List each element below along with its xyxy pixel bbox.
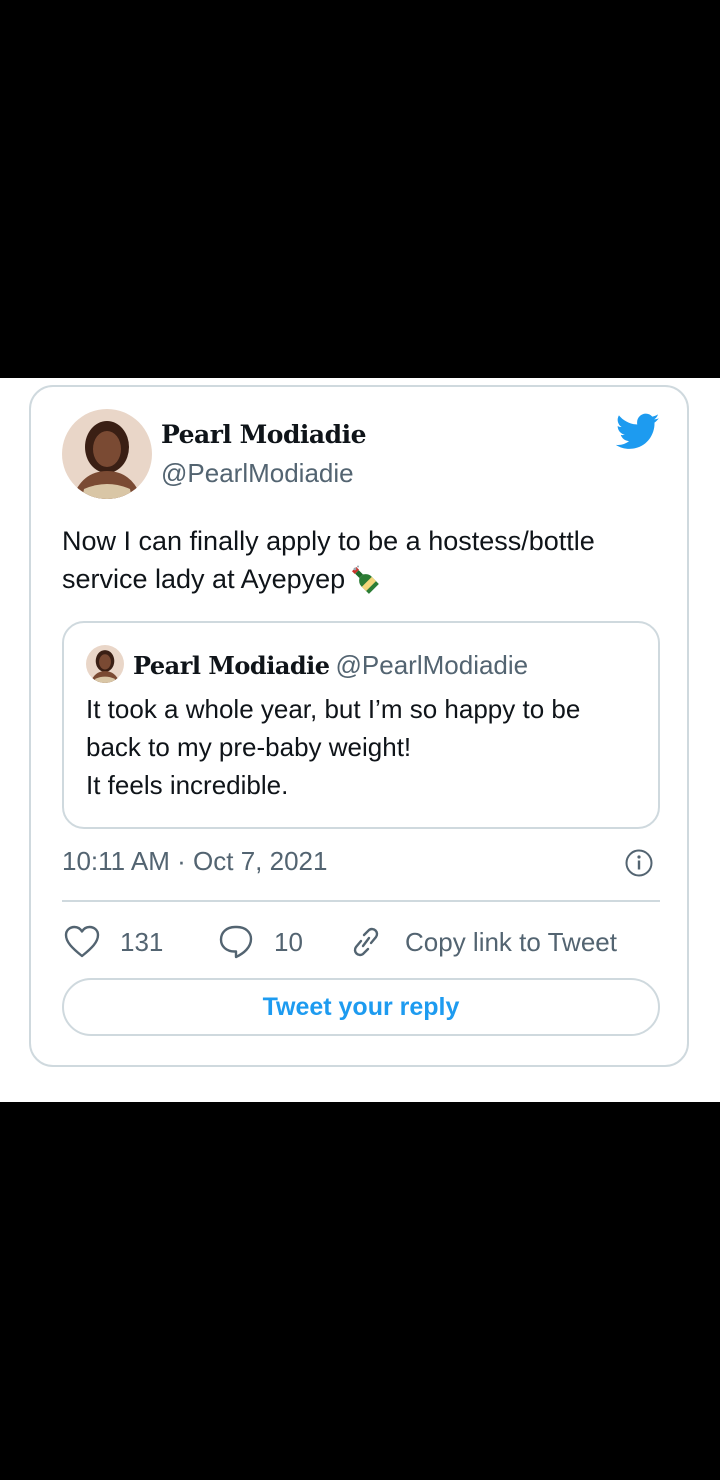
quoted-line: It feels incredible.: [86, 770, 289, 800]
link-icon[interactable]: [347, 924, 385, 960]
avatar[interactable]: [62, 409, 152, 499]
quoted-line: It took a whole year, but I’m so happy t…: [86, 694, 581, 724]
quoted-avatar: [86, 645, 124, 683]
tweet-text: Now I can finally apply to be a hostess/…: [62, 522, 662, 604]
timestamp[interactable]: 10:11 AM · Oct 7, 2021: [62, 846, 327, 877]
reply-bubble-icon[interactable]: [218, 924, 254, 960]
tweet-your-reply-button[interactable]: Tweet your reply: [62, 978, 660, 1036]
tweet-embed-panel: Pearl Modiadie @PearlModiadie Now I can …: [0, 378, 720, 1102]
quoted-handle: @PearlModiadie: [335, 650, 529, 680]
quoted-text: It took a whole year, but I’m so happy t…: [86, 690, 646, 804]
quoted-author: Pearl Modiadie @PearlModiadie: [133, 650, 528, 681]
reply-count: 10: [274, 926, 303, 957]
reply-action[interactable]: 10: [218, 924, 303, 960]
quoted-tweet[interactable]: Pearl Modiadie @PearlModiadie It took a w…: [62, 621, 660, 829]
like-count: 131: [120, 926, 164, 957]
info-icon[interactable]: [624, 848, 654, 878]
heart-icon[interactable]: [64, 925, 100, 959]
like-action[interactable]: 131: [64, 924, 163, 960]
tweet-card[interactable]: Pearl Modiadie @PearlModiadie Now I can …: [29, 385, 689, 1067]
author-handle[interactable]: @PearlModiadie: [161, 458, 354, 489]
tweet-body: Now I can finally apply to be a hostess/…: [62, 526, 595, 594]
copy-link-action[interactable]: Copy link to Tweet: [347, 924, 617, 960]
quoted-display-name: Pearl Modiadie: [133, 651, 330, 680]
quoted-line: back to my pre-baby weight!: [86, 732, 412, 762]
bottle-emoji-icon: [349, 564, 380, 604]
author-display-name[interactable]: Pearl Modiadie: [161, 420, 367, 449]
copy-link-label[interactable]: Copy link to Tweet: [405, 927, 617, 958]
divider: [62, 900, 660, 902]
twitter-bird-icon[interactable]: [615, 413, 660, 451]
